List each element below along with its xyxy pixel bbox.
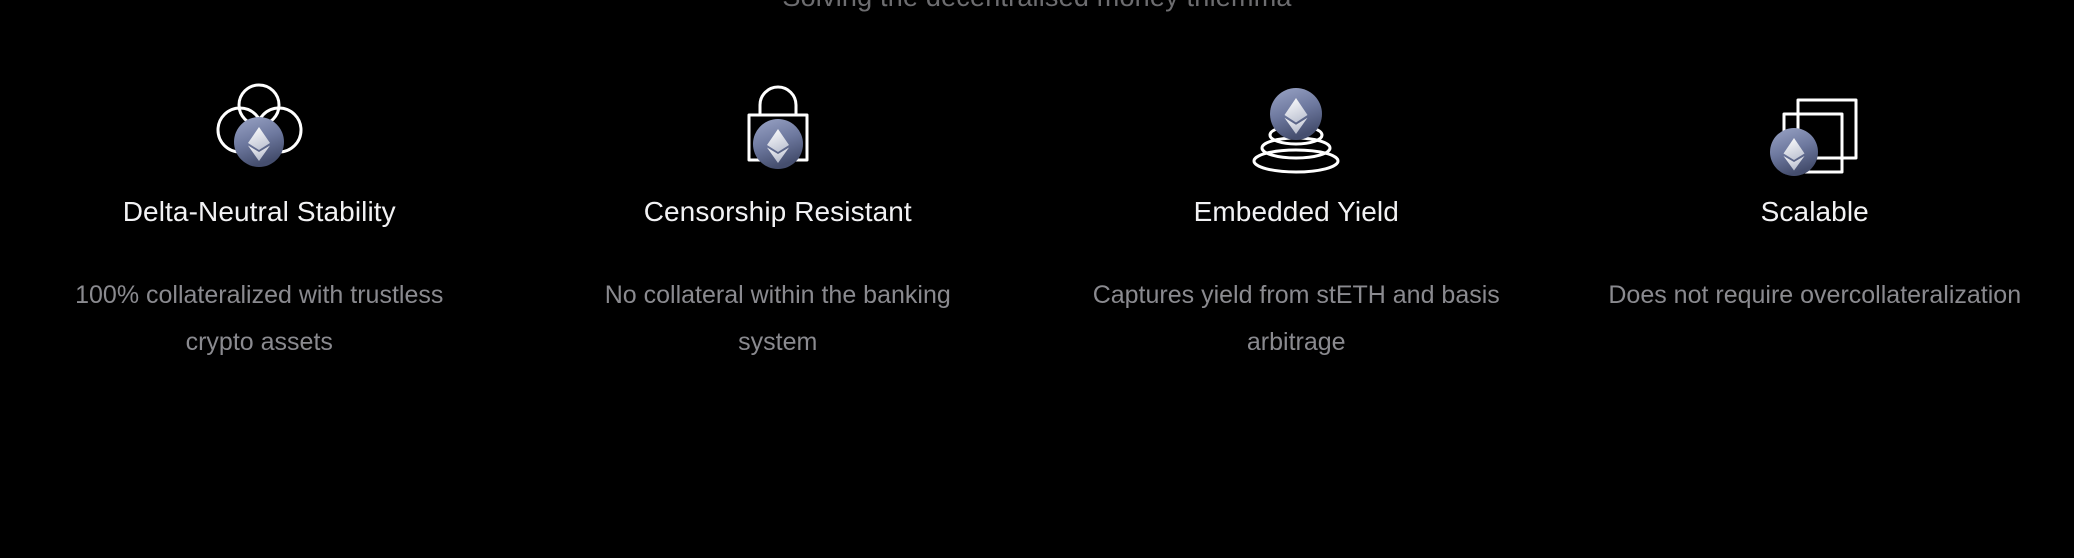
padlock-icon	[703, 78, 853, 174]
ethereum-badge-icon	[1270, 88, 1323, 140]
ethereum-badge-icon	[234, 117, 285, 167]
feature-description: 100% collateralized with trustless crypt…	[75, 281, 444, 356]
feature-card-embedded-yield: Embedded Yield Captures yield from stETH…	[1037, 78, 1556, 366]
feature-section: Solving the decentralised money trilemma	[0, 0, 2074, 558]
feature-card-delta-neutral-stability: Delta-Neutral Stability 100% collaterali…	[0, 78, 519, 366]
feature-grid: Delta-Neutral Stability 100% collaterali…	[0, 78, 2074, 366]
feature-card-censorship-resistant: Censorship Resistant No collateral withi…	[519, 78, 1038, 366]
feature-title: Embedded Yield	[1193, 196, 1399, 227]
feature-title: Censorship Resistant	[643, 196, 912, 227]
feature-card-scalable: Scalable Does not require overcollateral…	[1556, 78, 2074, 366]
cloud-three-circles-icon	[184, 78, 334, 174]
ethereum-badge-icon	[1769, 128, 1818, 176]
feature-title: Delta-Neutral Stability	[122, 196, 396, 227]
feature-title: Scalable	[1760, 196, 1869, 227]
feature-description: No collateral within the banking system	[604, 281, 951, 356]
section-subtitle: Solving the decentralised money trilemma	[0, 0, 2074, 13]
nested-squares-icon	[1740, 78, 1890, 176]
stacked-layers-icon	[1221, 78, 1371, 174]
feature-description: Captures yield from stETH and basis arbi…	[1092, 281, 1500, 356]
ethereum-badge-icon	[752, 119, 803, 169]
feature-description: Does not require overcollateralization	[1608, 281, 2022, 309]
